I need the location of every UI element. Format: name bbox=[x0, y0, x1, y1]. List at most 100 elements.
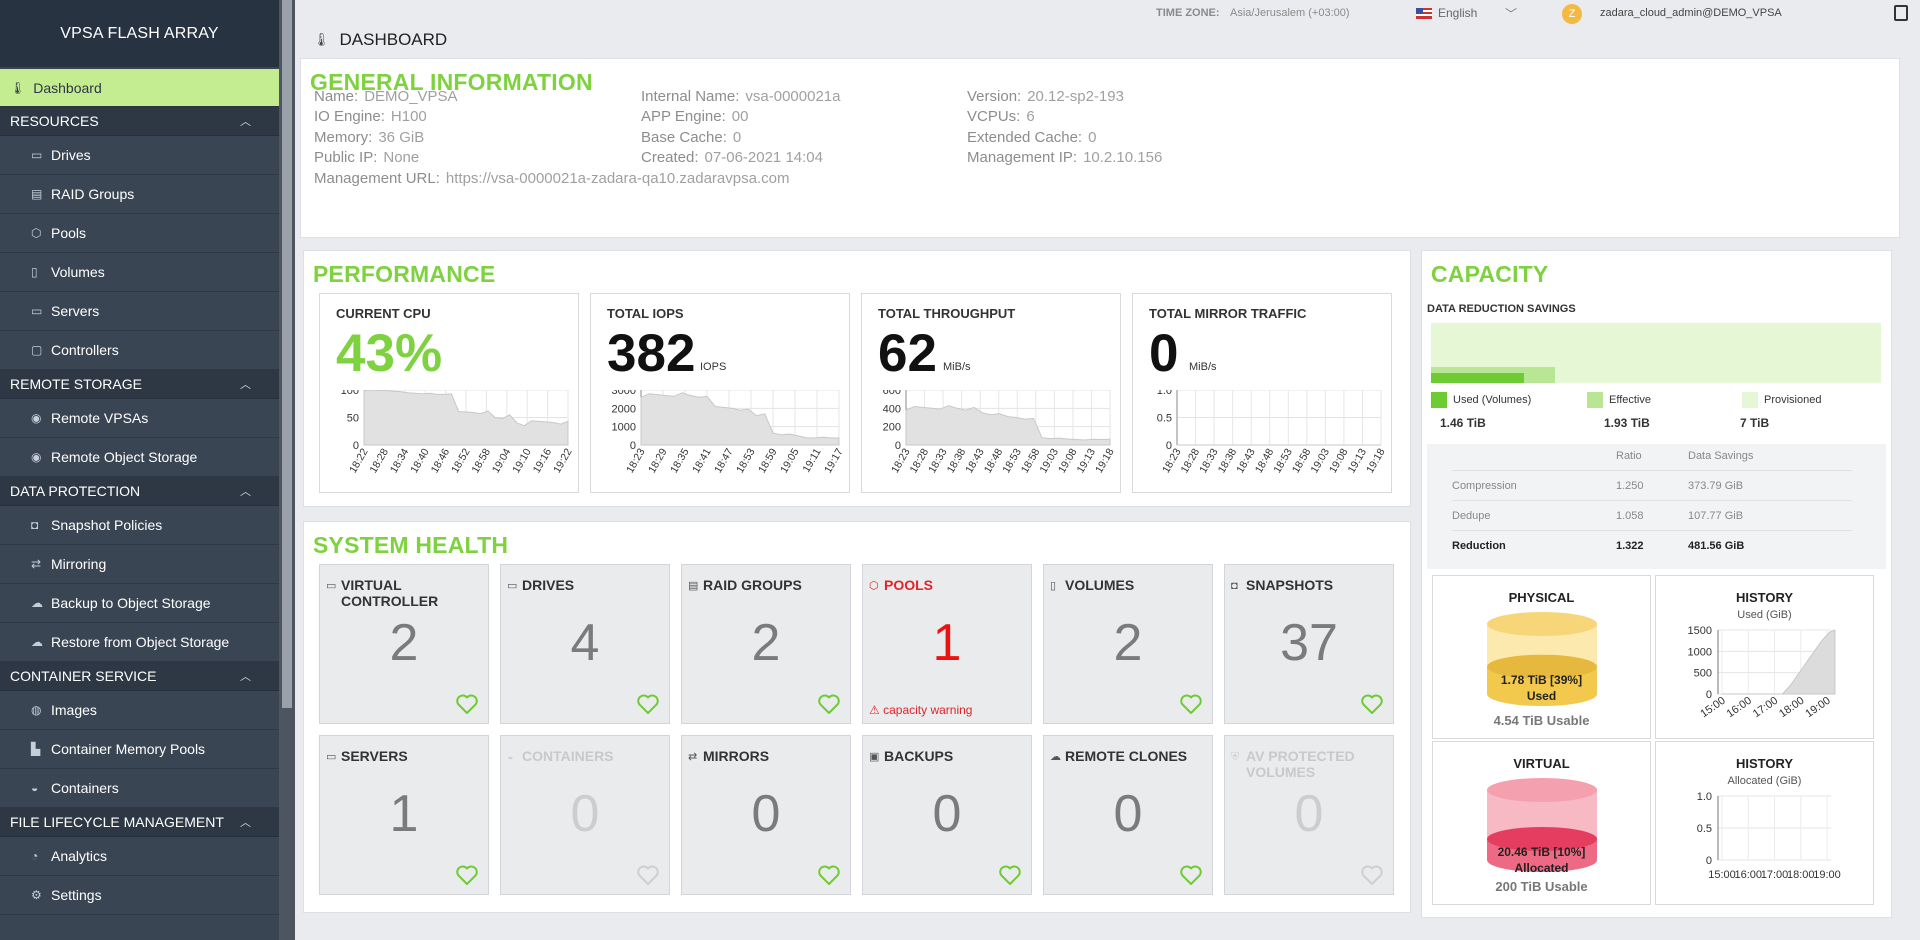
sidebar-item-analytics[interactable]: ◔ Analytics bbox=[0, 837, 279, 876]
y-tick-label: 400 bbox=[883, 403, 901, 415]
backup-icon: ▣ bbox=[869, 751, 880, 763]
sidebar-item-snapshot-policies[interactable]: ◘ Snapshot Policies bbox=[0, 506, 279, 545]
health-tile-header: ▯ VOLUMES bbox=[1050, 577, 1206, 594]
sidebar-item-images[interactable]: ◍ Images bbox=[0, 691, 279, 730]
sidebar-item-controllers[interactable]: ▢ Controllers bbox=[0, 331, 279, 370]
health-tile-value: 1 bbox=[389, 785, 419, 843]
perf-card-total-throughput[interactable]: TOTAL THROUGHPUT 62 MiB/s 600 400 200 0 18:23 18… bbox=[861, 293, 1121, 493]
perf-card-current-cpu[interactable]: CURRENT CPU 43% 100 50 0 18:22 18:28 18:34 18:40… bbox=[319, 293, 579, 493]
logout-icon[interactable] bbox=[1894, 5, 1908, 21]
sidebar-item-remote-object-storage[interactable]: ◉ Remote Object Storage bbox=[0, 438, 279, 477]
health-tile-value: 2 bbox=[751, 614, 781, 672]
health-tile-mirrors[interactable]: ⇄ MIRRORS 0 bbox=[681, 735, 851, 895]
chevron-up-icon[interactable]: ︿ bbox=[240, 113, 251, 129]
ratio-table: Ratio Data Savings Compression 1.250 373.79 … bbox=[1427, 444, 1886, 569]
sidebar-scrollbar-thumb[interactable] bbox=[282, 0, 292, 708]
y-tick-label: 0.5 bbox=[1697, 823, 1712, 835]
physical-capacity-card[interactable]: PHYSICAL 1.78 TiB [39%] Used 4.54 TiB Usabl… bbox=[1432, 575, 1651, 739]
y-tick-label: 600 bbox=[883, 390, 901, 397]
health-tile-virtual-controller[interactable]: ▭ VIRTUAL CONTROLLER 2 bbox=[319, 564, 489, 724]
sidebar-item-pools[interactable]: ⬡ Pools bbox=[0, 214, 279, 253]
sidebar-section-data-protection[interactable]: DATA PROTECTION ︿ bbox=[0, 477, 279, 506]
avatar[interactable]: Z bbox=[1562, 4, 1582, 24]
sidebar-section-remote-storage[interactable]: REMOTE STORAGE ︿ bbox=[0, 370, 279, 399]
sidebar-item-dashboard[interactable]: 🌡︎ Dashboard bbox=[0, 69, 279, 107]
data-reduction-used-bar[interactable] bbox=[1431, 373, 1525, 383]
sidebar-item-backup-to-object-storage[interactable]: ☁ Backup to Object Storage bbox=[0, 584, 279, 623]
sidebar-item-mirroring[interactable]: ⇄ Mirroring bbox=[0, 545, 279, 584]
controller-icon: ▢ bbox=[31, 343, 43, 357]
chevron-up-icon[interactable]: ︿ bbox=[240, 376, 251, 392]
info-field-name: Name: DEMO_VPSA bbox=[314, 88, 458, 105]
health-tile-raid-groups[interactable]: ▤ RAID GROUPS 2 bbox=[681, 564, 851, 724]
main-content: TIME ZONE: Asia/Jerusalem (+03:00) Engli… bbox=[295, 0, 1920, 940]
perf-card-total-iops[interactable]: TOTAL IOPS 382 IOPS 3000 2000 1000 0 18:23 18:29… bbox=[590, 293, 850, 493]
timezone-value[interactable]: Asia/Jerusalem (+03:00) bbox=[1230, 7, 1350, 19]
sidebar-item-label: Remote Object Storage bbox=[51, 449, 198, 465]
sidebar-item-label: Snapshot Policies bbox=[51, 517, 163, 533]
info-field-created: Created: 07-06-2021 14:04 bbox=[641, 149, 823, 166]
virtual-capacity-card[interactable]: VIRTUAL 20.46 TiB [10%] Allocated 200 TiB U… bbox=[1432, 741, 1651, 905]
sidebar-item-raid-groups[interactable]: ▤ RAID Groups bbox=[0, 175, 279, 214]
perf-card-total-mirror-traffic[interactable]: TOTAL MIRROR TRAFFIC 0 MiB/s 1.0 0.5 0 18:23 18… bbox=[1132, 293, 1392, 493]
heart-icon bbox=[637, 694, 659, 714]
x-tick-label: 18:35 bbox=[668, 446, 692, 475]
health-tile-value: 0 bbox=[1294, 785, 1324, 843]
chevron-down-icon[interactable]: ﹀ bbox=[1505, 5, 1517, 22]
health-tile-volumes[interactable]: ▯ VOLUMES 2 bbox=[1043, 564, 1213, 724]
health-tile-remote-clones[interactable]: ☁ REMOTE CLONES 0 bbox=[1043, 735, 1213, 895]
health-tile-label: VIRTUAL CONTROLLER bbox=[341, 577, 439, 609]
sidebar-section-resources[interactable]: RESOURCES ︿ bbox=[0, 107, 279, 136]
health-tile-servers[interactable]: ▭ SERVERS 1 bbox=[319, 735, 489, 895]
y-tick-label: 0 bbox=[1706, 689, 1712, 701]
sidebar-item-drives[interactable]: ▭ Drives bbox=[0, 136, 279, 175]
x-tick-label: 18:34 bbox=[388, 446, 412, 475]
perf-card-label: TOTAL THROUGHPUT bbox=[878, 306, 1016, 321]
sidebar-section-label: REMOTE STORAGE bbox=[10, 376, 142, 392]
sidebar-section-file-lifecycle-management[interactable]: FILE LIFECYCLE MANAGEMENT ︿ bbox=[0, 808, 279, 837]
raid-icon: ▤ bbox=[688, 580, 699, 592]
top-bar: TIME ZONE: Asia/Jerusalem (+03:00) Engli… bbox=[295, 0, 1920, 28]
sidebar-item-containers[interactable]: ◒ Containers bbox=[0, 769, 279, 808]
y-tick-label: 2000 bbox=[612, 403, 636, 415]
perf-card-label: TOTAL MIRROR TRAFFIC bbox=[1149, 306, 1307, 321]
sidebar-item-volumes[interactable]: ▯ Volumes bbox=[0, 253, 279, 292]
sidebar-item-settings[interactable]: ⚙ Settings bbox=[0, 876, 279, 915]
sidebar-section-container-service[interactable]: CONTAINER SERVICE ︿ bbox=[0, 662, 279, 691]
sidebar-section-label: CONTAINER SERVICE bbox=[10, 668, 157, 684]
health-tile-snapshots[interactable]: ◘ SNAPSHOTS 37 bbox=[1224, 564, 1394, 724]
capacity-warning[interactable]: ⚠ capacity warning bbox=[869, 703, 972, 717]
health-tile-backups[interactable]: ▣ BACKUPS 0 bbox=[862, 735, 1032, 895]
info-value[interactable]: https://vsa-0000021a-zadara-qa10.zadarav… bbox=[446, 170, 790, 187]
legend-item-effective: Effective bbox=[1587, 392, 1651, 408]
user-name[interactable]: zadara_cloud_admin@DEMO_VPSA bbox=[1600, 7, 1782, 19]
chevron-up-icon[interactable]: ︿ bbox=[240, 668, 251, 684]
globe-icon: ◉ bbox=[31, 411, 42, 425]
sidebar-item-label: Remote VPSAs bbox=[51, 410, 149, 426]
sidebar-item-label: Analytics bbox=[51, 848, 108, 864]
ratio-value: 1.058 bbox=[1616, 510, 1644, 522]
health-tile-drives[interactable]: ▭ DRIVES 4 bbox=[500, 564, 670, 724]
language-selector[interactable]: English bbox=[1416, 6, 1477, 20]
y-tick-label: 1500 bbox=[1688, 625, 1712, 637]
ratio-header: Ratio bbox=[1616, 450, 1642, 462]
sidebar-item-remote-vpsas[interactable]: ◉ Remote VPSAs bbox=[0, 399, 279, 438]
info-value: 10.2.10.156 bbox=[1083, 149, 1163, 166]
health-tile-containers[interactable]: ◒ CONTAINERS 0 bbox=[500, 735, 670, 895]
health-tile-label: RAID GROUPS bbox=[703, 577, 802, 593]
heart-icon bbox=[999, 865, 1021, 885]
chevron-up-icon[interactable]: ︿ bbox=[240, 483, 251, 499]
y-tick-label: 200 bbox=[883, 422, 901, 434]
sidebar-item-servers[interactable]: ▭ Servers bbox=[0, 292, 279, 331]
physical_history-card[interactable]: HISTORY Used (GiB) 1500 1000 500 0 15:00 16:00 1… bbox=[1655, 575, 1874, 739]
health-tile-pools[interactable]: ⬡ POOLS 1 ⚠ capacity warning bbox=[862, 564, 1032, 724]
perf-card-unit: MiB/s bbox=[1189, 361, 1217, 373]
health-tile-header: ▭ VIRTUAL CONTROLLER bbox=[326, 577, 482, 609]
chevron-up-icon[interactable]: ︿ bbox=[240, 814, 251, 830]
virtual_history-card[interactable]: HISTORY Allocated (GiB) 1.0 0.5 0 15:00 16:00 1… bbox=[1655, 741, 1874, 905]
health-tile-av-protected-volumes[interactable]: ⛨ AV PROTECTED VOLUMES 0 bbox=[1224, 735, 1394, 895]
pie-chart-icon: ◔ bbox=[31, 849, 39, 863]
data-reduction-provisioned-bar[interactable] bbox=[1431, 323, 1881, 383]
sidebar-item-container-memory-pools[interactable]: ▙ Container Memory Pools bbox=[0, 730, 279, 769]
sidebar-item-restore-from-object-storage[interactable]: ☁ Restore from Object Storage bbox=[0, 623, 279, 662]
